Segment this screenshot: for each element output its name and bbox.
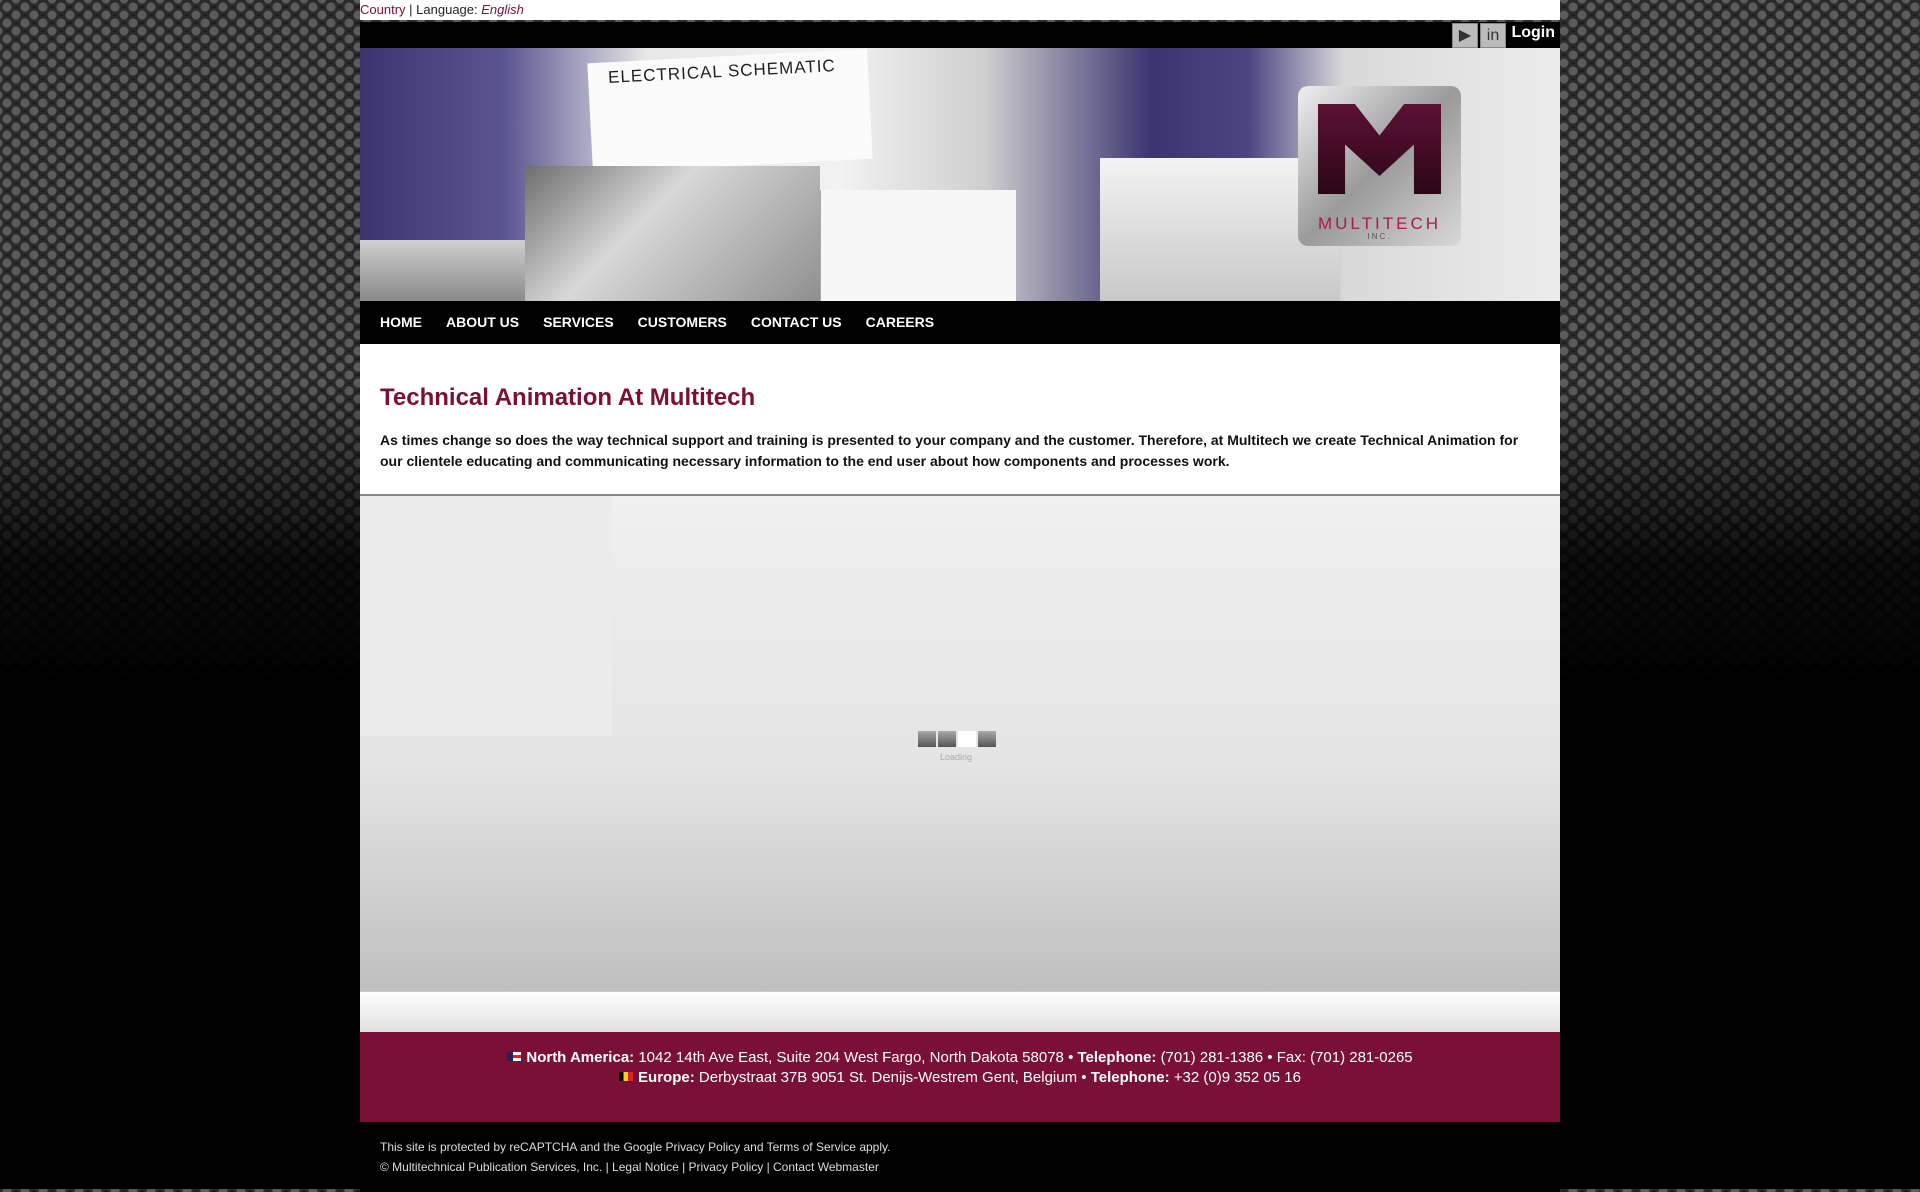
utility-bar: ▶ in Login <box>360 22 1560 48</box>
banner-photo-skidsteer <box>525 166 820 301</box>
page-title: Technical Animation At Multitech <box>380 384 756 411</box>
multitech-logo[interactable]: MULTITECH INC. <box>1298 86 1461 246</box>
player-bottom-strip <box>360 991 1560 1032</box>
copyright-links[interactable]: © Multitechnical Publication Services, I… <box>380 1154 1560 1174</box>
top-bar: Country | Language: English <box>360 0 1560 20</box>
loading-indicator <box>918 731 998 749</box>
intro-paragraph: As times change so does the way technica… <box>380 432 1519 469</box>
loading-text: Loading <box>940 752 973 762</box>
na-phone: (701) 281-1386 • Fax: (701) 281-0265 <box>1160 1049 1413 1066</box>
na-address: 1042 14th Ave East, Suite 204 West Fargo… <box>638 1049 1074 1066</box>
eu-tel-label: Telephone: <box>1090 1069 1170 1086</box>
animation-player[interactable]: Loading <box>360 496 1560 991</box>
nav-about-us[interactable]: ABOUT US <box>446 301 519 344</box>
na-label: North America: <box>526 1049 635 1066</box>
nav-careers[interactable]: CAREERS <box>866 301 934 344</box>
banner-photo-gears <box>360 240 525 301</box>
eu-label: Europe: <box>638 1069 695 1086</box>
address-north-america: North America: 1042 14th Ave East, Suite… <box>360 1048 1560 1068</box>
language-label: Language: <box>416 2 478 17</box>
logo-mark <box>1318 104 1441 194</box>
topbar-separator: | <box>409 2 413 17</box>
main-content: Technical Animation At Multitech As time… <box>360 344 1560 494</box>
login-button[interactable]: Login <box>1511 24 1555 42</box>
logo-text: MULTITECH <box>1317 214 1441 233</box>
nav-services[interactable]: SERVICES <box>543 301 614 344</box>
nav-home[interactable]: HOME <box>380 301 422 344</box>
linkedin-icon[interactable]: in <box>1480 23 1506 48</box>
language-link[interactable]: English <box>481 2 524 17</box>
recaptcha-notice[interactable]: This site is protected by reCAPTCHA and … <box>380 1122 1560 1154</box>
youtube-icon[interactable]: ▶ <box>1452 23 1478 48</box>
logo-subtext: INC. <box>1367 232 1392 241</box>
player-panel <box>360 496 612 736</box>
belgium-flag-icon <box>619 1072 634 1081</box>
address-bar: North America: 1042 14th Ave East, Suite… <box>360 1032 1560 1122</box>
eu-phone: +32 (0)9 352 05 16 <box>1173 1069 1301 1086</box>
nav-customers[interactable]: CUSTOMERS <box>638 301 727 344</box>
banner-photo-illustration <box>820 190 1016 301</box>
header-banner: ELECTRICAL SCHEMATIC MULTITECH INC. <box>360 48 1560 301</box>
nav-contact-us[interactable]: CONTACT US <box>751 301 842 344</box>
footer: This site is protected by reCAPTCHA and … <box>360 1122 1560 1192</box>
main-nav: HOME ABOUT US SERVICES CUSTOMERS CONTACT… <box>360 301 1560 344</box>
eu-address: Derbystraat 37B 9051 St. Denijs-Westrem … <box>698 1069 1087 1086</box>
us-flag-icon <box>507 1052 522 1061</box>
page-container: Country | Language: English ▶ in Login E… <box>360 0 1560 1192</box>
country-link[interactable]: Country <box>360 2 406 17</box>
na-tel-label: Telephone: <box>1077 1049 1157 1066</box>
address-europe: Europe: Derbystraat 37B 9051 St. Denijs-… <box>360 1068 1560 1088</box>
